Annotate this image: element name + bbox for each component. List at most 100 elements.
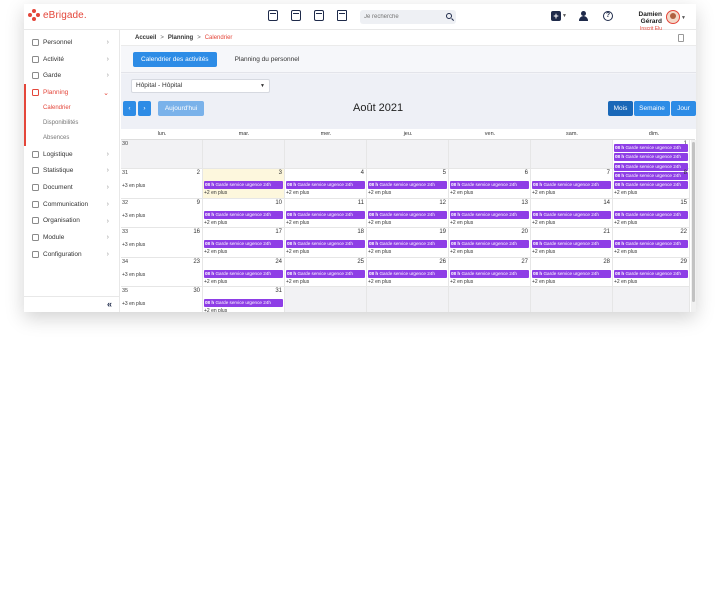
day-cell[interactable]: 28 08 h Garde service urgence 24h +2 en pl…: [531, 257, 613, 287]
sidebar-item-activite[interactable]: Activité ›: [24, 51, 119, 68]
day-cell[interactable]: [367, 287, 449, 312]
day-cell[interactable]: 19 08 h Garde service urgence 24h +2 en pl…: [367, 228, 449, 258]
more-events-link[interactable]: +2 en plus: [614, 220, 637, 226]
sidebar-item-garde[interactable]: Garde ›: [24, 67, 119, 84]
day-number[interactable]: 31: [275, 288, 282, 294]
more-events-link[interactable]: +2 en plus: [532, 220, 555, 226]
prev-month-button[interactable]: ‹: [123, 101, 136, 116]
week-number[interactable]: 32: [122, 200, 128, 206]
chevron-down-icon[interactable]: ▼: [681, 15, 686, 21]
more-events-link[interactable]: +2 en plus: [368, 190, 391, 196]
day-number[interactable]: 6: [525, 170, 528, 176]
day-number[interactable]: 19: [439, 229, 446, 235]
day-cell[interactable]: 20 08 h Garde service urgence 24h +2 en pl…: [449, 228, 531, 258]
more-events-link[interactable]: +2 en plus: [368, 279, 391, 285]
event[interactable]: 08 h Garde service urgence 24h: [532, 269, 611, 278]
day-number[interactable]: 14: [603, 200, 610, 206]
user-info[interactable]: Damien Gérard Inscrit Elu: [620, 11, 662, 32]
document-icon[interactable]: [678, 34, 684, 42]
more-events-link[interactable]: +2 en plus: [532, 190, 555, 196]
more-events-link[interactable]: +2 en plus: [204, 279, 227, 285]
day-cell[interactable]: 11 08 h Garde service urgence 24h +2 en pl…: [285, 198, 367, 229]
week-number[interactable]: 35: [122, 288, 128, 294]
more-events-link[interactable]: +2 en plus: [286, 190, 309, 196]
calendar-check-icon[interactable]: [268, 10, 278, 21]
day-number[interactable]: 27: [521, 259, 528, 265]
day-number[interactable]: 15: [680, 200, 687, 206]
day-number[interactable]: 17: [275, 229, 282, 235]
more-events-link[interactable]: +2 en plus: [614, 190, 637, 196]
day-cell[interactable]: 31 08 h Garde service urgence 24h +2 en pl…: [203, 287, 285, 312]
day-cell[interactable]: 26 08 h Garde service urgence 24h +2 en pl…: [367, 257, 449, 287]
avatar[interactable]: [666, 10, 680, 24]
event[interactable]: 08 h Garde service urgence 24h: [286, 210, 365, 219]
day-cell[interactable]: [531, 287, 613, 312]
day-number[interactable]: 3: [279, 170, 282, 176]
day-number[interactable]: 13: [521, 200, 528, 206]
day-number[interactable]: 18: [357, 229, 364, 235]
event[interactable]: 08 h Garde service urgence 24h: [614, 269, 688, 278]
search-icon[interactable]: [446, 13, 452, 19]
day-cell[interactable]: 17 08 h Garde service urgence 24h +2 en pl…: [203, 228, 285, 258]
day-cell[interactable]: 8 08 h Garde service urgence 24h +2 en plu…: [613, 169, 690, 199]
day-number[interactable]: 28: [603, 259, 610, 265]
week-number[interactable]: 31: [122, 170, 128, 176]
day-number[interactable]: 21: [603, 229, 610, 235]
more-events-link[interactable]: +3 en plus: [122, 242, 145, 248]
view-month-button[interactable]: Mois: [608, 101, 633, 116]
sidebar-item-configuration[interactable]: Configuration ›: [24, 246, 119, 263]
more-events-link[interactable]: +2 en plus: [204, 308, 227, 312]
day-number[interactable]: 30: [193, 288, 200, 294]
sidebar-item-planning[interactable]: Planning ⌄: [24, 84, 119, 101]
calendar-scrollbar[interactable]: [691, 140, 696, 312]
day-number[interactable]: 5: [443, 170, 446, 176]
day-number[interactable]: 12: [439, 200, 446, 206]
sidebar-item-logistique[interactable]: Logistique ›: [24, 146, 119, 163]
day-cell[interactable]: 25 08 h Garde service urgence 24h +2 en pl…: [285, 257, 367, 287]
day-cell[interactable]: 12 08 h Garde service urgence 24h +2 en pl…: [367, 198, 449, 229]
day-cell[interactable]: [531, 140, 613, 170]
add-menu[interactable]: + ▼: [551, 11, 567, 21]
day-number[interactable]: 29: [680, 259, 687, 265]
day-number[interactable]: 10: [275, 200, 282, 206]
day-cell[interactable]: 15 08 h Garde service urgence 24h +2 en pl…: [613, 198, 690, 229]
more-events-link[interactable]: +3 en plus: [122, 301, 145, 307]
day-cell[interactable]: 35 30 +3 en plus: [121, 287, 203, 312]
day-number[interactable]: 8: [684, 170, 687, 176]
sidebar-item-module[interactable]: Module ›: [24, 229, 119, 246]
event[interactable]: 08 h Garde service urgence 24h: [614, 210, 688, 219]
day-cell[interactable]: 14 08 h Garde service urgence 24h +2 en pl…: [531, 198, 613, 229]
calendar-list-icon[interactable]: [314, 10, 324, 21]
more-events-link[interactable]: +2 en plus: [204, 249, 227, 255]
today-button[interactable]: Aujourd'hui: [158, 101, 204, 116]
more-events-link[interactable]: +2 en plus: [450, 249, 473, 255]
event[interactable]: 08 h Garde service urgence 24h: [204, 269, 283, 278]
more-events-link[interactable]: +2 en plus: [450, 279, 473, 285]
event[interactable]: 08 h Garde service urgence 24h: [286, 240, 365, 249]
clipboard-icon[interactable]: [337, 10, 347, 21]
more-events-link[interactable]: +2 en plus: [614, 279, 637, 285]
more-events-link[interactable]: +2 en plus: [368, 249, 391, 255]
event[interactable]: 08 h Garde service urgence 24h: [532, 240, 611, 249]
more-events-link[interactable]: +2 en plus: [450, 190, 473, 196]
view-week-button[interactable]: Semaine: [634, 101, 670, 116]
event[interactable]: 08 h Garde service urgence 24h: [368, 240, 447, 249]
day-cell[interactable]: 13 08 h Garde service urgence 24h +2 en pl…: [449, 198, 531, 229]
day-number[interactable]: 22: [680, 229, 687, 235]
day-cell[interactable]: [203, 140, 285, 170]
day-number[interactable]: 23: [193, 259, 200, 265]
breadcrumb-planning[interactable]: Planning: [168, 35, 193, 41]
view-day-button[interactable]: Jour: [671, 101, 696, 116]
location-select[interactable]: Hôpital - Hôpital ▼: [131, 79, 270, 93]
day-cell[interactable]: 22 08 h Garde service urgence 24h +2 en pl…: [613, 228, 690, 258]
day-cell[interactable]: 32 9 +3 en plus: [121, 198, 203, 229]
more-events-link[interactable]: +2 en plus: [204, 190, 227, 196]
event[interactable]: 08 h Garde service urgence 24h: [614, 153, 688, 162]
day-cell[interactable]: [449, 287, 531, 312]
tab-planning-personnel[interactable]: Planning du personnel: [227, 52, 308, 67]
more-events-link[interactable]: +3 en plus: [122, 213, 145, 219]
day-number[interactable]: 7: [607, 170, 610, 176]
event[interactable]: 08 h Garde service urgence 24h: [614, 181, 688, 190]
event[interactable]: 08 h Garde service urgence 24h: [286, 269, 365, 278]
day-cell[interactable]: 34 23 +3 en plus: [121, 257, 203, 287]
